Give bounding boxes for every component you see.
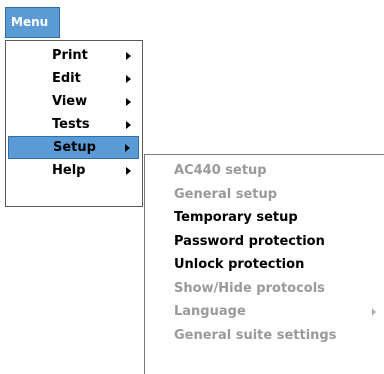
submenu-item-label: Unlock protection xyxy=(174,257,305,272)
submenu-item-label: General suite settings xyxy=(174,327,337,343)
submenu-item-language[interactable]: Language xyxy=(145,300,384,324)
submenu-item-label: Password protection xyxy=(174,233,325,249)
submenu-item-unlock-protection[interactable]: Unlock protection xyxy=(145,253,384,277)
submenu-item-label: General setup xyxy=(174,186,278,202)
submenu-item-label: Show/Hide protocols xyxy=(174,280,325,296)
submenu-item-label: Language xyxy=(174,304,246,319)
submenu-item-label: AC440 setup xyxy=(174,163,267,178)
menu-item-label: Edit xyxy=(52,71,81,86)
menu-item-label: Setup xyxy=(53,140,96,155)
submenu-item-show-hide-protocols[interactable]: Show/Hide protocols xyxy=(145,277,384,301)
submenu-arrow-icon xyxy=(126,52,131,60)
menu-item-tests[interactable]: Tests xyxy=(9,113,139,136)
menu-button[interactable]: Menu xyxy=(5,7,60,38)
menu-item-edit[interactable]: Edit xyxy=(9,67,139,90)
submenu-item-general-suite-settings[interactable]: General suite settings xyxy=(145,324,384,348)
menu-item-label: View xyxy=(52,94,88,109)
submenu-arrow-icon xyxy=(126,121,131,129)
menu-item-view[interactable]: View xyxy=(9,90,139,113)
menu-item-help[interactable]: Help xyxy=(9,159,139,182)
menu-item-setup[interactable]: Setup xyxy=(8,136,139,159)
main-menu: Print Edit View Tests Setup Help xyxy=(5,40,143,207)
submenu-item-general-setup[interactable]: General setup xyxy=(145,183,384,207)
submenu-item-ac440-setup[interactable]: AC440 setup xyxy=(145,159,384,183)
menu-item-label: Print xyxy=(52,48,88,63)
submenu-arrow-icon xyxy=(126,75,131,83)
submenu-item-label: Temporary setup xyxy=(174,210,298,225)
menu-item-print[interactable]: Print xyxy=(9,44,139,67)
setup-submenu: AC440 setup General setup Temporary setu… xyxy=(144,154,384,374)
submenu-arrow-icon xyxy=(126,98,131,106)
menu-item-label: Tests xyxy=(52,117,90,132)
submenu-item-password-protection[interactable]: Password protection xyxy=(145,230,384,254)
submenu-arrow-icon xyxy=(372,308,376,316)
menu-item-label: Help xyxy=(52,163,86,178)
submenu-item-temporary-setup[interactable]: Temporary setup xyxy=(145,206,384,230)
submenu-arrow-icon xyxy=(125,144,130,152)
menu-button-label: Menu xyxy=(11,15,49,29)
submenu-arrow-icon xyxy=(126,167,131,175)
